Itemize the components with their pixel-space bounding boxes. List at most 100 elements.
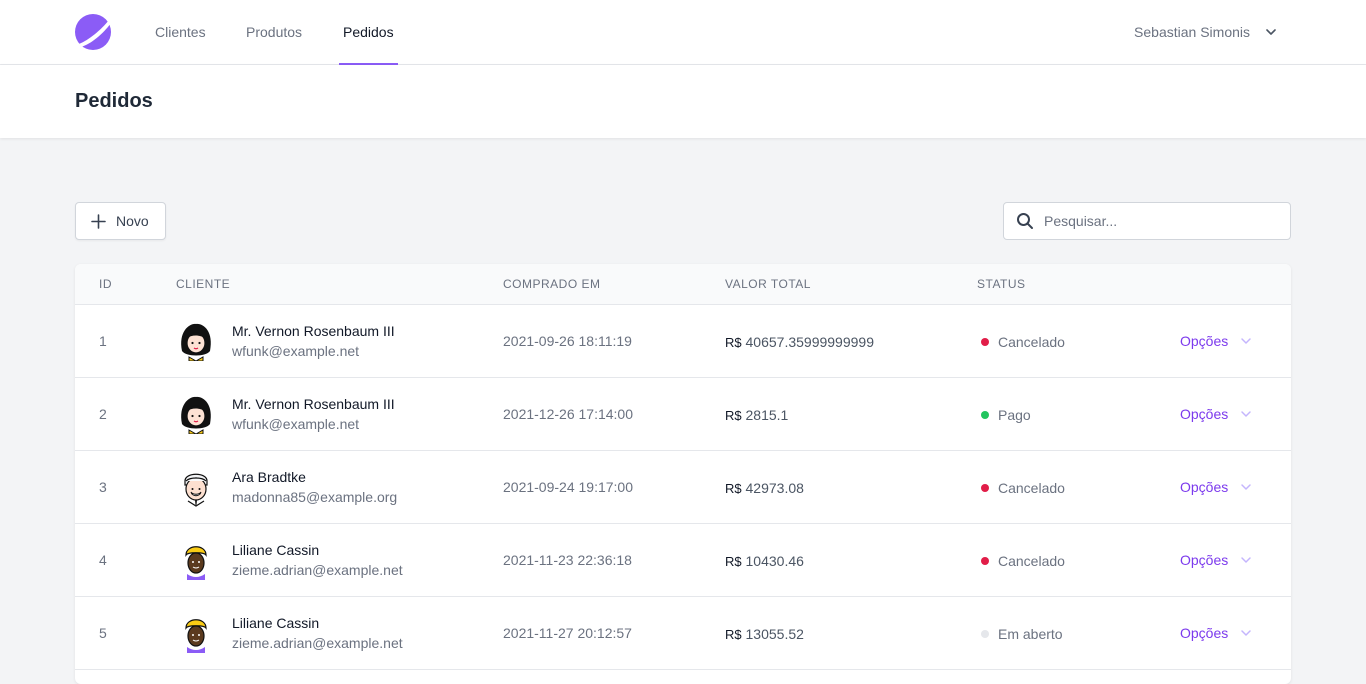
table-body: 1 Mr. Vernon Rosenbaum III wfunk@example… [75, 305, 1291, 670]
logo-icon[interactable] [75, 14, 111, 50]
order-total: R$ 40657.35999999999 [725, 334, 874, 350]
status-dot [981, 630, 989, 638]
status-dot [981, 484, 989, 492]
status-badge: Cancelado [981, 480, 1065, 496]
avatar [176, 394, 216, 435]
column-header-status: STATUS [977, 277, 1026, 291]
currency-symbol: R$ [725, 335, 742, 350]
customer-name: Mr. Vernon Rosenbaum III [232, 396, 395, 412]
column-header-comprado-em: COMPRADO EM [503, 277, 601, 291]
order-id: 2 [99, 406, 107, 422]
order-id: 1 [99, 333, 107, 349]
options-dropdown[interactable]: Opções [1180, 625, 1252, 641]
plus-icon [91, 213, 106, 229]
options-label: Opções [1180, 552, 1229, 568]
status-dot [981, 411, 989, 419]
customer-email: wfunk@example.net [232, 416, 360, 432]
chevron-down-icon [1241, 411, 1251, 417]
new-order-label: Novo [116, 213, 149, 229]
status-label: Cancelado [998, 480, 1065, 496]
customer-email: wfunk@example.net [232, 343, 360, 359]
options-dropdown[interactable]: Opções [1180, 406, 1252, 422]
search-box[interactable] [1003, 202, 1291, 240]
top-navbar: Clientes Produtos Pedidos Sebastian Simo… [0, 0, 1366, 65]
purchase-date: 2021-11-23 22:36:18 [503, 552, 632, 568]
status-badge: Cancelado [981, 334, 1065, 350]
options-label: Opções [1180, 333, 1229, 349]
avatar [176, 467, 216, 507]
page-header: Pedidos [0, 65, 1366, 138]
order-total-amount: 2815.1 [745, 407, 789, 423]
order-total: R$ 10430.46 [725, 553, 804, 569]
customer-email: zieme.adrian@example.net [232, 635, 403, 651]
order-total-amount: 40657.35999999999 [745, 334, 874, 350]
avatar-woman-black-hair-icon [181, 323, 211, 362]
new-order-button[interactable]: Novo [75, 202, 166, 240]
table-header: ID CLIENTE COMPRADO EM VALOR TOTAL STATU… [75, 264, 1291, 305]
status-label: Cancelado [998, 334, 1065, 350]
currency-symbol: R$ [725, 627, 742, 642]
avatar [176, 540, 216, 580]
purchase-date: 2021-09-26 18:11:19 [503, 333, 632, 349]
order-total: R$ 42973.08 [725, 480, 804, 496]
options-dropdown[interactable]: Opções [1180, 479, 1252, 495]
avatar-woman-black-hair-icon [181, 396, 211, 435]
status-badge: Pago [981, 407, 1031, 423]
table-row: 3 Ara Bradtke madonna85@example.org 2021… [75, 451, 1291, 524]
chevron-down-icon [1241, 557, 1251, 563]
status-dot [981, 557, 989, 565]
status-label: Em aberto [998, 626, 1063, 642]
order-total-amount: 10430.46 [745, 553, 804, 569]
column-header-cliente: CLIENTE [176, 277, 231, 291]
avatar [176, 613, 216, 653]
purchase-date: 2021-11-27 20:12:57 [503, 625, 632, 641]
options-dropdown[interactable]: Opções [1180, 552, 1252, 568]
currency-symbol: R$ [725, 481, 742, 496]
customer-email: zieme.adrian@example.net [232, 562, 403, 578]
chevron-down-icon [1241, 484, 1251, 490]
order-id: 3 [99, 479, 107, 495]
customer-name: Liliane Cassin [232, 542, 320, 558]
customer-name: Liliane Cassin [232, 615, 320, 631]
order-id: 5 [99, 625, 107, 641]
customer-name: Mr. Vernon Rosenbaum III [232, 323, 395, 339]
currency-symbol: R$ [725, 408, 742, 423]
purchase-date: 2021-09-24 19:17:00 [503, 479, 633, 495]
status-label: Pago [998, 407, 1031, 423]
chevron-down-icon [1241, 630, 1251, 636]
table-row: 5 Liliane Cassin zieme.adrian@example.ne… [75, 597, 1291, 670]
status-badge: Em aberto [981, 626, 1063, 642]
search-input[interactable] [1044, 213, 1274, 229]
options-dropdown[interactable]: Opções [1180, 333, 1252, 349]
nav-item-pedidos[interactable]: Pedidos [339, 0, 398, 65]
status-dot [981, 338, 989, 346]
status-badge: Cancelado [981, 553, 1065, 569]
currency-symbol: R$ [725, 554, 742, 569]
avatar [176, 321, 216, 362]
chevron-down-icon [1266, 29, 1276, 35]
chevron-down-icon [1241, 338, 1251, 344]
order-total: R$ 13055.52 [725, 626, 804, 642]
options-label: Opções [1180, 406, 1229, 422]
status-label: Cancelado [998, 553, 1065, 569]
order-total: R$ 2815.1 [725, 407, 788, 423]
search-icon [1017, 213, 1033, 229]
order-total-amount: 13055.52 [745, 626, 804, 642]
order-total-amount: 42973.08 [745, 480, 804, 496]
table-row: 4 Liliane Cassin zieme.adrian@example.ne… [75, 524, 1291, 597]
customer-name: Ara Bradtke [232, 469, 306, 485]
order-id: 4 [99, 552, 107, 568]
nav-item-clientes[interactable]: Clientes [155, 0, 206, 65]
avatar-woman-yellow-turban-icon [185, 619, 207, 653]
user-name: Sebastian Simonis [1134, 23, 1250, 40]
table-row: 1 Mr. Vernon Rosenbaum III wfunk@example… [75, 305, 1291, 378]
page-title: Pedidos [75, 90, 153, 112]
orders-table: ID CLIENTE COMPRADO EM VALOR TOTAL STATU… [75, 264, 1291, 684]
options-label: Opções [1180, 625, 1229, 641]
column-header-valor-total: VALOR TOTAL [725, 277, 811, 291]
options-label: Opções [1180, 479, 1229, 495]
user-menu[interactable]: Sebastian Simonis [1134, 0, 1278, 64]
purchase-date: 2021-12-26 17:14:00 [503, 406, 633, 422]
nav-item-produtos[interactable]: Produtos [246, 0, 302, 65]
avatar-woman-yellow-turban-icon [185, 546, 207, 580]
